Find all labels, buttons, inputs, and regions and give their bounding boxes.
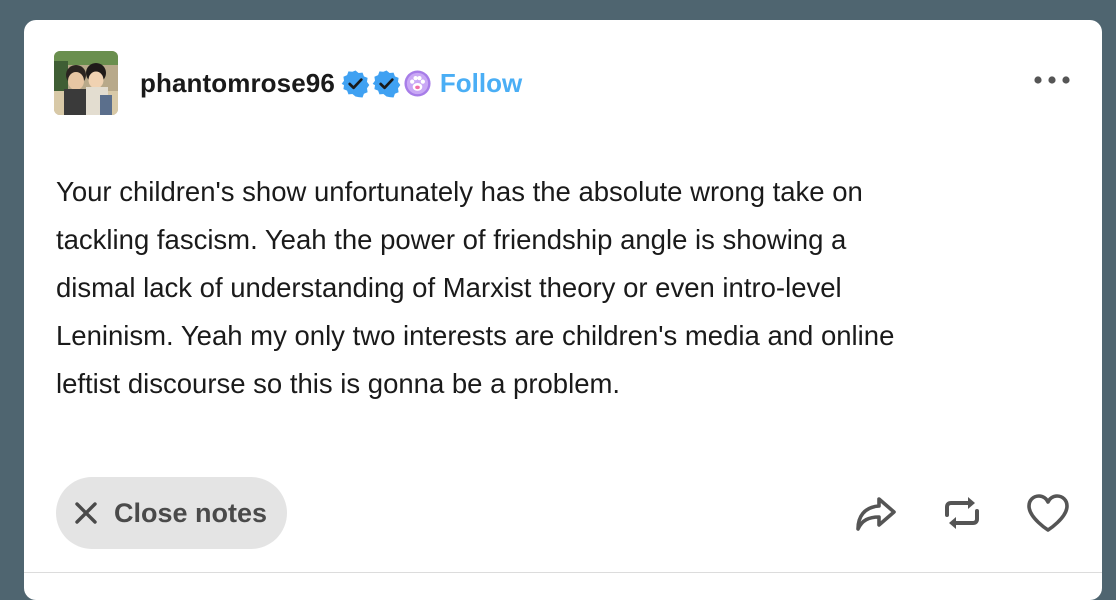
reblog-icon[interactable] [938,489,986,537]
verified-badge-icon[interactable] [372,69,401,98]
share-icon[interactable] [852,489,900,537]
post-actions [852,489,1072,537]
close-notes-label: Close notes [114,497,268,528]
like-icon[interactable] [1024,489,1072,537]
more-options-button[interactable] [1032,68,1072,92]
paw-badge-icon[interactable] [403,69,432,98]
post-body-line: dismal lack of understanding of Marxist … [56,272,842,303]
post-footer: Close notes [56,477,1072,549]
close-notes-button[interactable]: Close notes [56,477,288,549]
footer-divider [24,572,1102,573]
verified-badge-icon[interactable] [341,69,370,98]
post-body-line: tackling fascism. Yeah the power of frie… [56,224,847,255]
more-icon [1034,76,1070,84]
post-header: phantomrose96 Follow [54,50,1072,116]
post-body-line: Your children's show unfortunately has t… [56,176,863,207]
username[interactable]: phantomrose96 [140,68,335,99]
post-body: Your children's show unfortunately has t… [56,168,1066,408]
avatar-image [54,51,118,115]
post-body-line: Leninism. Yeah my only two interests are… [56,320,895,351]
badges [341,69,432,98]
close-icon [75,502,97,524]
post-card: phantomrose96 Follow Your children's sho… [24,20,1102,600]
follow-button[interactable]: Follow [440,68,522,99]
avatar[interactable] [54,51,118,115]
post-body-line: leftist discourse so this is gonna be a … [56,368,621,399]
